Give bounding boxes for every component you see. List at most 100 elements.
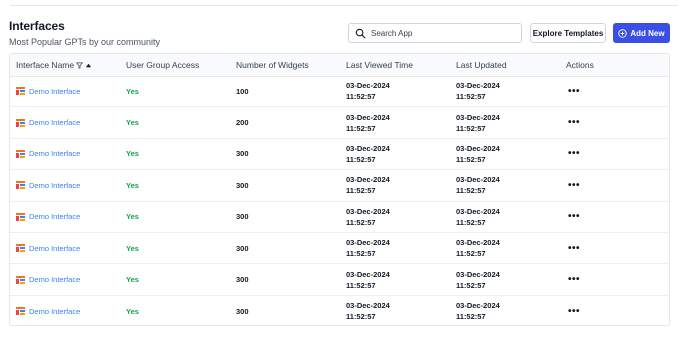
column-header-user-group-access[interactable]: User Group Access [126, 60, 199, 70]
interface-name[interactable]: Demo Interface [29, 87, 80, 96]
last-updated-time: 03-Dec-2024 11:52:57 [456, 139, 500, 169]
interface-icon [16, 244, 25, 253]
last-updated-clock: 11:52:57 [456, 186, 486, 196]
add-new-button[interactable]: Add New [613, 23, 670, 43]
user-group-access-value: Yes [126, 149, 139, 159]
row-actions-menu[interactable]: ••• [568, 264, 580, 294]
table-row[interactable]: Demo Interface Yes 300 03-Dec-2024 11:52:57 0… [10, 296, 669, 325]
widget-count: 300 [236, 275, 249, 285]
user-group-access-value: Yes [126, 86, 139, 96]
interface-name[interactable]: Demo Interface [29, 244, 80, 253]
interface-icon [16, 307, 25, 316]
last-viewed-date: 03-Dec-2024 [346, 143, 390, 153]
interface-name-link[interactable]: Demo Interface [16, 76, 80, 106]
search-input[interactable] [371, 28, 511, 38]
user-group-access-value: Yes [126, 243, 139, 253]
last-viewed-date: 03-Dec-2024 [346, 112, 390, 122]
interface-name-link[interactable]: Demo Interface [16, 107, 80, 137]
column-header-number-of-widgets[interactable]: Number of Widgets [236, 60, 309, 70]
last-viewed-clock: 11:52:57 [346, 280, 376, 290]
interface-icon [16, 212, 25, 221]
last-updated-time: 03-Dec-2024 11:52:57 [456, 233, 500, 263]
last-viewed-time: 03-Dec-2024 11:52:57 [346, 264, 390, 294]
add-new-label: Add New [630, 28, 665, 38]
interface-icon [16, 118, 25, 127]
last-updated-date: 03-Dec-2024 [456, 206, 500, 216]
sort-ascending-icon[interactable] [85, 62, 92, 69]
interface-name-link[interactable]: Demo Interface [16, 233, 80, 263]
user-group-access-value: Yes [126, 212, 139, 222]
table-row[interactable]: Demo Interface Yes 300 03-Dec-2024 11:52:57 0… [10, 139, 669, 171]
row-actions-menu[interactable]: ••• [568, 76, 580, 106]
last-viewed-time: 03-Dec-2024 11:52:57 [346, 202, 390, 232]
last-updated-time: 03-Dec-2024 11:52:57 [456, 296, 500, 325]
interface-icon [16, 87, 25, 96]
interface-name[interactable]: Demo Interface [29, 212, 80, 221]
table-row[interactable]: Demo Interface Yes 300 03-Dec-2024 11:52:57 0… [10, 202, 669, 233]
interface-name-link[interactable]: Demo Interface [16, 139, 80, 169]
interface-name[interactable]: Demo Interface [29, 149, 80, 158]
interface-name[interactable]: Demo Interface [29, 181, 80, 190]
last-viewed-time: 03-Dec-2024 11:52:57 [346, 170, 390, 200]
interface-icon [16, 149, 25, 158]
last-viewed-time: 03-Dec-2024 11:52:57 [346, 76, 390, 106]
last-updated-date: 03-Dec-2024 [456, 301, 500, 311]
interface-name-link[interactable]: Demo Interface [16, 170, 80, 200]
table-row[interactable]: Demo Interface Yes 300 03-Dec-2024 11:52:57 0… [10, 233, 669, 265]
row-actions-menu[interactable]: ••• [568, 107, 580, 137]
row-actions-menu[interactable]: ••• [568, 170, 580, 200]
last-viewed-date: 03-Dec-2024 [346, 269, 390, 279]
interface-name-link[interactable]: Demo Interface [16, 202, 80, 232]
table-row[interactable]: Demo Interface Yes 200 03-Dec-2024 11:52:57 0… [10, 107, 669, 139]
table-row[interactable]: Demo Interface Yes 100 03-Dec-2024 11:52:57 0… [10, 76, 669, 108]
page-subtitle: Most Popular GPTs by our community [9, 37, 161, 47]
widget-count: 300 [236, 180, 249, 190]
last-updated-date: 03-Dec-2024 [456, 81, 500, 91]
last-viewed-clock: 11:52:57 [346, 92, 376, 102]
search-icon [355, 28, 366, 38]
widget-count: 300 [236, 306, 249, 316]
last-viewed-date: 03-Dec-2024 [346, 81, 390, 91]
last-viewed-date: 03-Dec-2024 [346, 301, 390, 311]
last-updated-time: 03-Dec-2024 11:52:57 [456, 76, 500, 106]
plus-circle-icon [618, 28, 628, 38]
widget-count: 100 [236, 86, 249, 96]
last-updated-clock: 11:52:57 [456, 217, 486, 227]
last-updated-clock: 11:52:57 [456, 92, 486, 102]
last-viewed-clock: 11:52:57 [346, 186, 376, 196]
last-viewed-time: 03-Dec-2024 11:52:57 [346, 296, 390, 325]
interface-name[interactable]: Demo Interface [29, 307, 80, 316]
last-viewed-date: 03-Dec-2024 [346, 238, 390, 248]
filter-icon[interactable] [76, 62, 84, 69]
interface-name[interactable]: Demo Interface [29, 275, 80, 284]
last-updated-clock: 11:52:57 [456, 280, 486, 290]
interface-name-link[interactable]: Demo Interface [16, 264, 80, 294]
interface-icon [16, 275, 25, 284]
search-box[interactable] [348, 23, 522, 43]
table-row[interactable]: Demo Interface Yes 300 03-Dec-2024 11:52:57 0… [10, 264, 669, 296]
last-updated-date: 03-Dec-2024 [456, 112, 500, 122]
last-viewed-time: 03-Dec-2024 11:52:57 [346, 233, 390, 263]
user-group-access-value: Yes [126, 118, 139, 128]
widget-count: 300 [236, 212, 249, 222]
last-viewed-clock: 11:52:57 [346, 123, 376, 133]
last-updated-date: 03-Dec-2024 [456, 269, 500, 279]
column-header-last-updated[interactable]: Last Updated [456, 60, 507, 70]
last-viewed-clock: 11:52:57 [346, 312, 376, 322]
row-actions-menu[interactable]: ••• [568, 202, 580, 232]
last-updated-time: 03-Dec-2024 11:52:57 [456, 264, 500, 294]
row-actions-menu[interactable]: ••• [568, 296, 580, 325]
table-row[interactable]: Demo Interface Yes 300 03-Dec-2024 11:52:57 0… [10, 170, 669, 202]
user-group-access-value: Yes [126, 275, 139, 285]
table-header: Interface Name User Group Access Number … [10, 54, 669, 77]
column-header-actions: Actions [566, 60, 594, 70]
row-actions-menu[interactable]: ••• [568, 139, 580, 169]
column-header-last-viewed-time[interactable]: Last Viewed Time [346, 60, 413, 70]
interface-name-link[interactable]: Demo Interface [16, 296, 80, 325]
explore-templates-button[interactable]: Explore Templates [530, 23, 606, 43]
row-actions-menu[interactable]: ••• [568, 233, 580, 263]
interface-name[interactable]: Demo Interface [29, 118, 80, 127]
last-updated-clock: 11:52:57 [456, 249, 486, 259]
column-header-interface-name[interactable]: Interface Name [16, 60, 92, 70]
last-viewed-time: 03-Dec-2024 11:52:57 [346, 139, 390, 169]
